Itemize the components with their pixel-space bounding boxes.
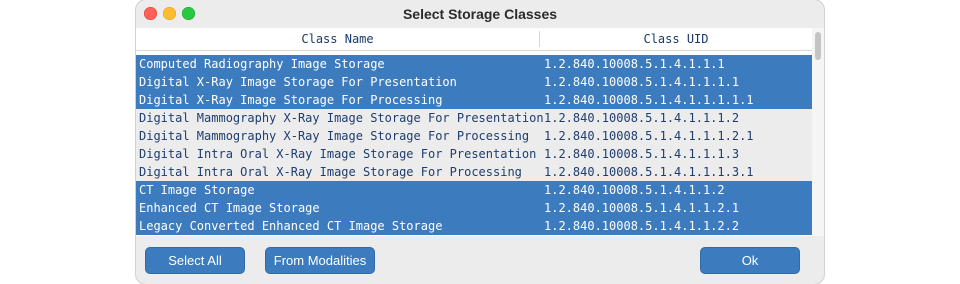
table-header: Class Name Class UID — [136, 28, 812, 51]
table-row[interactable]: CT Image Storage 1.2.840.10008.5.1.4.1.1.… — [136, 181, 812, 199]
class-name-cell: Digital Mammography X-Ray Image Storage … — [139, 111, 544, 125]
class-uid-cell: 1.2.840.10008.5.1.4.1.1.1.2 — [544, 111, 740, 125]
vertical-scrollbar[interactable] — [812, 28, 824, 236]
table-row[interactable]: Enhanced CT Image Storage 1.2.840.10008.5… — [136, 199, 812, 217]
column-header-class-name[interactable]: Class Name — [136, 32, 539, 46]
class-name-cell: Digital Mammography X-Ray Image Storage … — [139, 129, 530, 143]
table-row[interactable]: Computed Radiography Image Storage 1.2.84… — [136, 55, 812, 73]
class-uid-cell: 1.2.840.10008.5.1.4.1.1.1.1.1 — [544, 93, 754, 107]
table-body: Computed Radiography Image Storage 1.2.84… — [136, 55, 812, 235]
table-row[interactable]: Digital Mammography X-Ray Image Storage … — [136, 109, 812, 127]
class-uid-cell: 1.2.840.10008.5.1.4.1.1.1.1 — [544, 75, 740, 89]
class-uid-cell: 1.2.840.10008.5.1.4.1.1.1 — [544, 57, 725, 71]
class-uid-cell: 1.2.840.10008.5.1.4.1.1.2.2 — [544, 219, 740, 233]
class-name-cell: Legacy Converted Enhanced CT Image Stora… — [139, 219, 443, 233]
class-uid-cell: 1.2.840.10008.5.1.4.1.1.2.1 — [544, 201, 740, 215]
class-uid-cell: 1.2.840.10008.5.1.4.1.1.2 — [544, 183, 725, 197]
from-modalities-button[interactable]: From Modalities — [265, 247, 375, 274]
table-row[interactable]: Legacy Converted Enhanced CT Image Stora… — [136, 217, 812, 235]
class-name-cell: Enhanced CT Image Storage — [139, 201, 320, 215]
select-all-button[interactable]: Select All — [145, 247, 245, 274]
scrollbar-thumb[interactable] — [815, 32, 821, 60]
table-row[interactable]: Digital Intra Oral X-Ray Image Storage F… — [136, 163, 812, 181]
table-row[interactable]: Digital X-Ray Image Storage For Presenta… — [136, 73, 812, 91]
window-title: Select Storage Classes — [402, 6, 558, 22]
class-uid-cell: 1.2.840.10008.5.1.4.1.1.1.2.1 — [544, 129, 754, 143]
table-row[interactable]: Digital X-Ray Image Storage For Processi… — [136, 91, 812, 109]
ok-button[interactable]: Ok — [700, 247, 800, 274]
table-row[interactable]: Digital Intra Oral X-Ray Image Storage F… — [136, 145, 812, 163]
class-uid-cell: 1.2.840.10008.5.1.4.1.1.1.3 — [544, 147, 740, 161]
dialog-window: Select Storage Classes Class Name Class … — [136, 0, 824, 284]
class-name-cell: Computed Radiography Image Storage — [139, 57, 385, 71]
class-name-cell: CT Image Storage — [139, 183, 255, 197]
class-name-cell: Digital X-Ray Image Storage For Processi… — [139, 93, 443, 107]
storage-class-table[interactable]: Class Name Class UID Computed Radiograph… — [136, 28, 812, 236]
class-name-cell: Digital Intra Oral X-Ray Image Storage F… — [139, 165, 522, 179]
title-bar[interactable]: Select Storage Classes — [136, 0, 824, 28]
table-row[interactable]: Digital Mammography X-Ray Image Storage … — [136, 127, 812, 145]
class-name-cell: Digital X-Ray Image Storage For Presenta… — [139, 75, 457, 89]
class-uid-cell: 1.2.840.10008.5.1.4.1.1.1.3.1 — [544, 165, 754, 179]
column-header-class-uid[interactable]: Class UID — [540, 32, 812, 46]
class-name-cell: Digital Intra Oral X-Ray Image Storage F… — [139, 147, 537, 161]
